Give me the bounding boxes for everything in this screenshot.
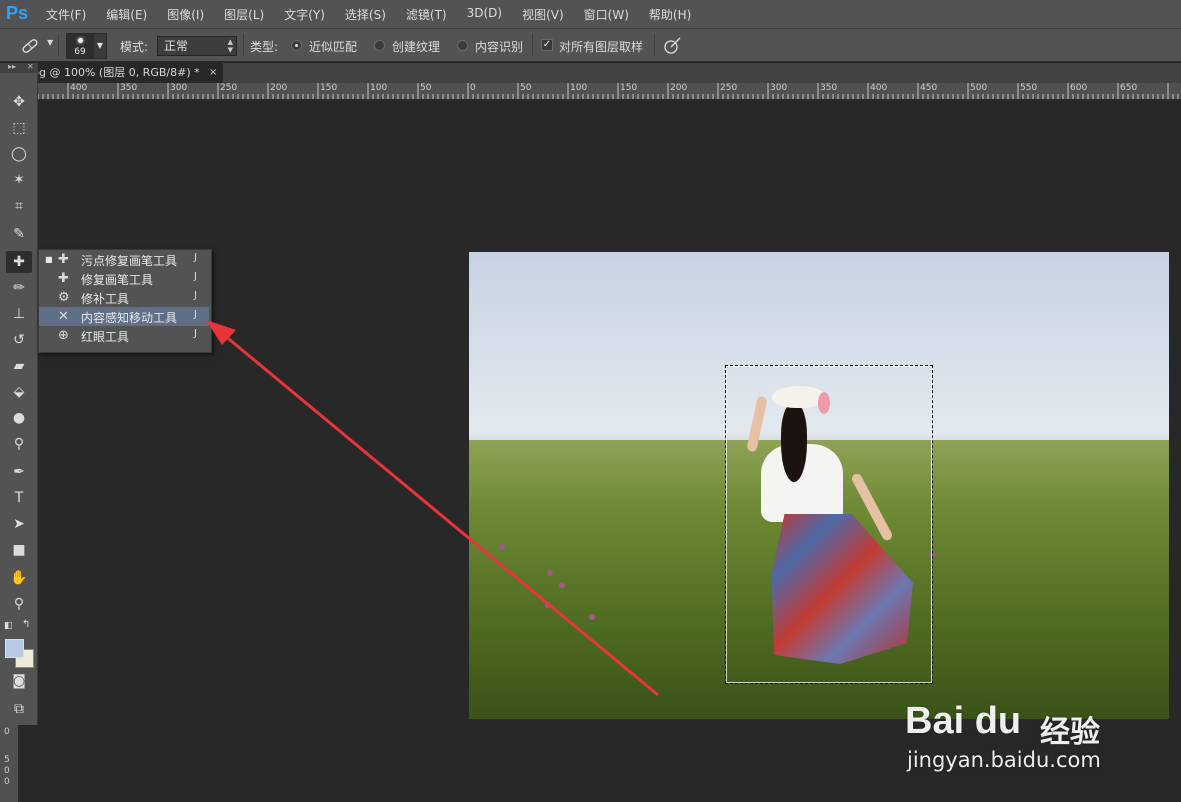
watermark-url: jingyan.baidu.com: [907, 748, 1101, 772]
baidu-logo: Bai du: [905, 700, 1022, 742]
foreground-color-swatch[interactable]: [5, 639, 24, 658]
annotation-arrow: [206, 320, 659, 697]
baidu-jingyan-text: 经验: [1040, 715, 1100, 750]
